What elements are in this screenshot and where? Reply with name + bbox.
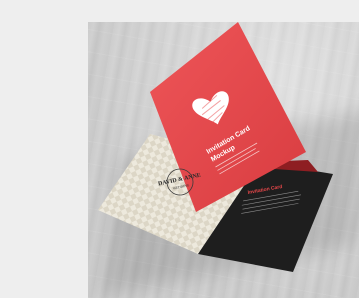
page-frame: Invitation Card Mockup DAVID & ANNE WEDD…: [0, 0, 359, 298]
mockup-photo: Invitation Card Mockup DAVID & ANNE WEDD…: [88, 22, 359, 298]
card-illustration: Invitation Card Mockup DAVID & ANNE WEDD…: [98, 22, 333, 272]
